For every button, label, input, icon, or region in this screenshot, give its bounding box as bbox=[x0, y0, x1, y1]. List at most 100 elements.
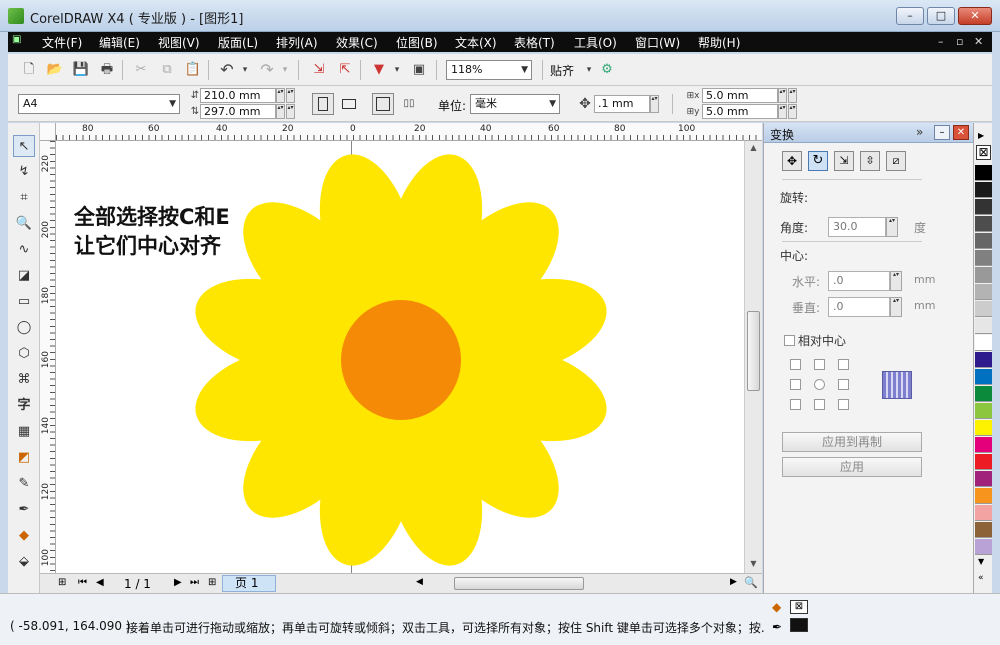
zoom-tool-icon[interactable]: 🔍 bbox=[13, 213, 35, 235]
doc-restore-icon[interactable]: ▫ bbox=[956, 35, 963, 48]
menu-file[interactable]: 文件(F) bbox=[42, 34, 82, 51]
interactive-blend-tool-icon[interactable]: ◩ bbox=[13, 447, 35, 469]
nudge-input[interactable]: .1 mm bbox=[594, 95, 650, 113]
color-swatch[interactable] bbox=[975, 165, 992, 181]
flower-center[interactable] bbox=[341, 300, 461, 420]
menu-table[interactable]: 表格(T) bbox=[514, 34, 555, 51]
width-spin-button[interactable]: ▴▾ bbox=[276, 88, 285, 103]
color-swatch[interactable] bbox=[975, 539, 992, 555]
docker-close-icon[interactable]: ✕ bbox=[953, 125, 969, 140]
color-swatch[interactable] bbox=[975, 318, 992, 334]
page-height-input[interactable]: 297.0 mm bbox=[200, 104, 276, 119]
color-swatch[interactable] bbox=[975, 420, 992, 436]
doc-minimize-icon[interactable]: – bbox=[938, 35, 944, 48]
color-swatch[interactable] bbox=[975, 471, 992, 487]
dup-y-extra-button[interactable]: ▴▾ bbox=[788, 104, 797, 119]
height-lock-button[interactable]: ▴▾ bbox=[286, 104, 295, 119]
menu-layout[interactable]: 版面(L) bbox=[218, 34, 258, 51]
crop-tool-icon[interactable]: ⌗ bbox=[13, 187, 35, 209]
scroll-right-icon[interactable]: ▶ bbox=[730, 577, 737, 587]
rectangle-tool-icon[interactable]: ▭ bbox=[13, 291, 35, 313]
horizontal-ruler[interactable]: 80 60 40 20 0 20 40 60 80 100 bbox=[56, 123, 762, 141]
ruler-origin[interactable] bbox=[40, 123, 56, 141]
color-swatch[interactable] bbox=[975, 199, 992, 215]
anchor-top-left[interactable] bbox=[790, 359, 801, 370]
horizontal-spin-button[interactable]: ▴▾ bbox=[890, 271, 902, 291]
redo-dropdown-icon[interactable]: ▾ bbox=[276, 61, 294, 79]
next-page-icon[interactable]: ▶ bbox=[174, 577, 182, 588]
undo-dropdown-icon[interactable]: ▾ bbox=[236, 61, 254, 79]
angle-input[interactable]: 30.0 bbox=[828, 217, 886, 237]
color-swatch[interactable] bbox=[975, 301, 992, 317]
scale-mirror-mode-icon[interactable]: ⇲ bbox=[834, 151, 854, 171]
color-swatch[interactable] bbox=[975, 284, 992, 300]
eyedropper-tool-icon[interactable]: ✎ bbox=[13, 473, 35, 495]
import-icon[interactable]: ⇲ bbox=[310, 61, 328, 79]
vertical-scroll-thumb[interactable] bbox=[747, 311, 760, 391]
docker-minimize-icon[interactable]: – bbox=[934, 125, 950, 140]
pick-tool-icon[interactable]: ↖ bbox=[13, 135, 35, 157]
snap-to-button[interactable]: 贴齐 bbox=[550, 62, 574, 79]
text-tool-icon[interactable]: 字 bbox=[13, 395, 35, 417]
rotate-mode-icon[interactable]: ↻ bbox=[808, 151, 828, 171]
duplicate-x-input[interactable]: 5.0 mm bbox=[702, 88, 778, 103]
landscape-icon[interactable] bbox=[340, 95, 358, 113]
vertical-scrollbar[interactable]: ▲ ▼ bbox=[744, 141, 762, 573]
color-swatch[interactable] bbox=[975, 233, 992, 249]
menu-text[interactable]: 文本(X) bbox=[455, 34, 497, 51]
snap-dropdown-icon[interactable]: ▾ bbox=[580, 61, 598, 79]
menu-edit[interactable]: 编辑(E) bbox=[99, 34, 140, 51]
navigator-zoom-icon[interactable]: 🔍 bbox=[744, 576, 758, 589]
color-swatch[interactable] bbox=[975, 522, 992, 538]
position-mode-icon[interactable]: ✥ bbox=[782, 151, 802, 171]
size-mode-icon[interactable]: ⇳ bbox=[860, 151, 880, 171]
options-icon[interactable]: ⚙ bbox=[598, 61, 616, 79]
height-spin-button[interactable]: ▴▾ bbox=[276, 104, 285, 119]
smart-fill-tool-icon[interactable]: ◪ bbox=[13, 265, 35, 287]
no-color-swatch[interactable]: ⊠ bbox=[976, 145, 991, 160]
palette-expand-icon[interactable]: « bbox=[978, 573, 984, 583]
interactive-fill-tool-icon[interactable]: ⬙ bbox=[13, 551, 35, 573]
table-tool-icon[interactable]: ▦ bbox=[13, 421, 35, 443]
zoom-level-combo[interactable]: 118% ▼ bbox=[446, 60, 532, 80]
polygon-tool-icon[interactable]: ⬡ bbox=[13, 343, 35, 365]
dup-x-extra-button[interactable]: ▴▾ bbox=[788, 88, 797, 103]
minimize-button[interactable]: – bbox=[896, 7, 924, 25]
angle-spin-button[interactable]: ▴▾ bbox=[886, 217, 898, 237]
undo-icon[interactable]: ↶ bbox=[218, 61, 236, 79]
vertical-spin-button[interactable]: ▴▾ bbox=[890, 297, 902, 317]
ellipse-tool-icon[interactable]: ◯ bbox=[13, 317, 35, 339]
close-button[interactable]: ✕ bbox=[958, 7, 992, 25]
save-icon[interactable]: 💾 bbox=[72, 61, 90, 79]
docker-expand-icon[interactable]: » bbox=[916, 125, 923, 139]
color-swatch[interactable] bbox=[975, 386, 992, 402]
add-page-before-icon[interactable]: ⊞ bbox=[58, 577, 66, 588]
maximize-button[interactable]: □ bbox=[927, 7, 955, 25]
first-page-icon[interactable]: ⏮ bbox=[78, 577, 87, 588]
vertical-center-input[interactable]: .0 bbox=[828, 297, 890, 317]
print-icon[interactable]: 🖶 bbox=[98, 61, 116, 79]
color-swatch[interactable] bbox=[975, 267, 992, 283]
scroll-left-icon[interactable]: ◀ bbox=[416, 577, 423, 587]
scroll-down-icon[interactable]: ▼ bbox=[747, 559, 760, 568]
horizontal-center-input[interactable]: .0 bbox=[828, 271, 890, 291]
menu-view[interactable]: 视图(V) bbox=[158, 34, 200, 51]
launcher-dropdown-icon[interactable]: ▾ bbox=[388, 61, 406, 79]
color-swatch[interactable] bbox=[975, 505, 992, 521]
previous-page-icon[interactable]: ◀ bbox=[96, 577, 104, 588]
horizontal-scroll-thumb[interactable] bbox=[454, 577, 584, 590]
outline-tool-icon[interactable]: ✒ bbox=[13, 499, 35, 521]
vertical-ruler[interactable]: 220 200 180 160 140 120 100 bbox=[40, 141, 56, 573]
page-width-input[interactable]: 210.0 mm bbox=[200, 88, 276, 103]
anchor-middle-right[interactable] bbox=[838, 379, 849, 390]
new-document-icon[interactable]: 🗋 bbox=[20, 61, 38, 79]
anchor-center[interactable] bbox=[814, 379, 825, 390]
palette-scroll-down-icon[interactable]: ▼ bbox=[978, 557, 984, 566]
doc-close-icon[interactable]: ✕ bbox=[974, 35, 983, 48]
width-lock-button[interactable]: ▴▾ bbox=[286, 88, 295, 103]
redo-icon[interactable]: ↷ bbox=[258, 61, 276, 79]
duplicate-y-input[interactable]: 5.0 mm bbox=[702, 104, 778, 119]
application-launcher-icon[interactable]: ▼ bbox=[370, 61, 388, 79]
color-swatch[interactable] bbox=[975, 437, 992, 453]
color-swatch[interactable] bbox=[975, 369, 992, 385]
